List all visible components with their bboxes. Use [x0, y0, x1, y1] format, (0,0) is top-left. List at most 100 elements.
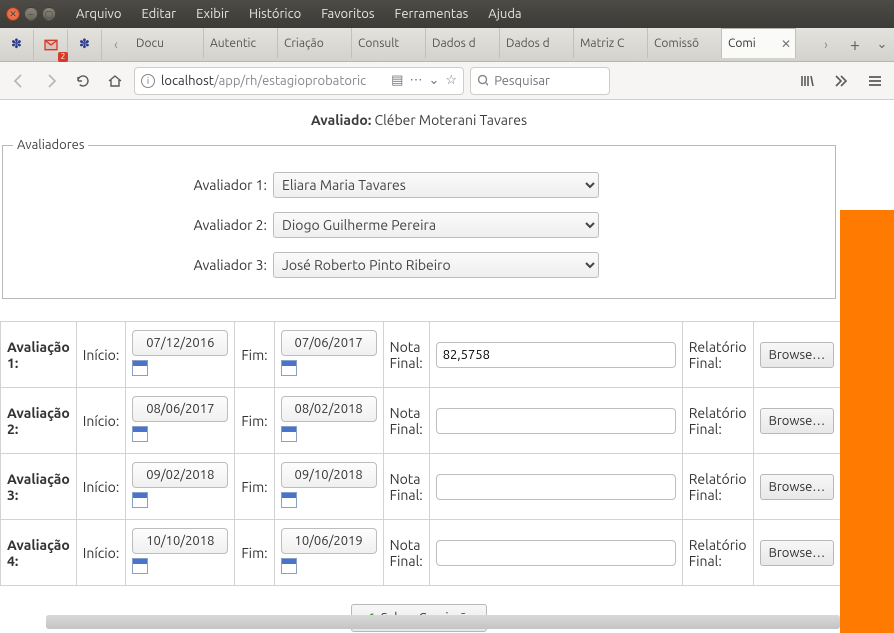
fim-input[interactable]	[281, 330, 377, 356]
avaliacao-title: Avaliação 3:	[1, 454, 77, 520]
right-orange-strip	[840, 210, 894, 633]
search-input[interactable]	[494, 74, 603, 88]
relatorio-label: Relatório Final:	[682, 388, 753, 454]
pinned-tab-3[interactable]: ✽	[68, 30, 102, 60]
nota-final-input[interactable]	[436, 540, 676, 566]
tab-autentic[interactable]: Autentic	[204, 28, 278, 58]
snowflake-icon: ✽	[79, 37, 90, 52]
reload-icon	[75, 73, 91, 89]
menu-favoritos[interactable]: Favoritos	[313, 7, 382, 21]
menu-arquivo[interactable]: Arquivo	[68, 7, 129, 21]
scrollbar-thumb[interactable]	[46, 615, 840, 629]
url-text: localhost/app/rh/estagioprobatoric	[161, 74, 385, 88]
bookmark-star-icon[interactable]: ☆	[445, 73, 457, 88]
tab-docu[interactable]: Docu	[130, 28, 204, 58]
nota-label: Nota Final:	[383, 520, 429, 586]
window-maximize-button[interactable]: ▢	[42, 7, 56, 21]
calendar-icon[interactable]	[281, 492, 297, 508]
window-minimize-button[interactable]: –	[24, 7, 38, 21]
fim-label: Fim:	[235, 520, 274, 586]
tab-comi-active[interactable]: Comi✕	[722, 28, 796, 58]
menu-historico[interactable]: Histórico	[241, 7, 309, 21]
avaliacoes-table: Avaliação 1:Início:Fim:Nota Final:Relató…	[0, 321, 841, 586]
fim-input[interactable]	[281, 528, 377, 554]
fim-input[interactable]	[281, 462, 377, 488]
browse-button[interactable]: Browse…	[760, 342, 835, 368]
nota-final-input[interactable]	[436, 342, 676, 368]
avaliado-value: Cléber Moterani Tavares	[375, 112, 528, 128]
calendar-icon[interactable]	[132, 360, 148, 376]
fim-input[interactable]	[281, 396, 377, 422]
calendar-icon[interactable]	[281, 426, 297, 442]
tab-label: Dados d	[432, 37, 476, 50]
avaliador2-select[interactable]: Diogo Guilherme Pereira	[273, 212, 599, 238]
reader-mode-icon[interactable]: ▤	[391, 73, 403, 88]
tab-criacao[interactable]: Criação	[278, 28, 352, 58]
nota-cell	[429, 454, 682, 520]
tab-consult[interactable]: Consult	[352, 28, 426, 58]
site-info-icon[interactable]: i	[141, 74, 155, 88]
tab-matriz[interactable]: Matriz C	[574, 28, 648, 58]
inicio-input[interactable]	[132, 462, 228, 488]
overflow-button[interactable]	[828, 68, 854, 94]
calendar-icon[interactable]	[132, 558, 148, 574]
fim-cell	[274, 388, 383, 454]
tab-scroll-left[interactable]: ‹	[102, 30, 130, 60]
calendar-icon[interactable]	[281, 558, 297, 574]
inicio-input[interactable]	[132, 330, 228, 356]
fim-label: Fim:	[235, 388, 274, 454]
tab-comissoes[interactable]: Comissõ	[648, 28, 722, 58]
nav-back-button[interactable]	[6, 68, 32, 94]
avaliador3-select[interactable]: José Roberto Pinto Ribeiro	[273, 252, 599, 278]
library-button[interactable]	[794, 68, 820, 94]
pocket-icon[interactable]: ⌄	[428, 73, 439, 88]
page-viewport: Avaliado: Cléber Moterani Tavares Avalia…	[0, 100, 894, 633]
nota-final-input[interactable]	[436, 408, 676, 434]
pinned-tab-1[interactable]: ✽	[0, 30, 34, 60]
new-tab-button[interactable]: +	[840, 35, 870, 55]
calendar-icon[interactable]	[281, 360, 297, 376]
pinned-tab-gmail[interactable]: 2	[34, 30, 68, 60]
browse-button[interactable]: Browse…	[760, 474, 835, 500]
tab-close-icon[interactable]: ✕	[781, 37, 791, 51]
relatorio-label: Relatório Final:	[682, 520, 753, 586]
avaliador1-select[interactable]: Eliara Maria Tavares	[273, 172, 599, 198]
table-row: Avaliação 1:Início:Fim:Nota Final:Relató…	[1, 322, 841, 388]
app-menu-button[interactable]	[862, 68, 888, 94]
menu-editar[interactable]: Editar	[133, 7, 184, 21]
home-button[interactable]	[102, 68, 128, 94]
inicio-input[interactable]	[132, 396, 228, 422]
browse-button[interactable]: Browse…	[760, 540, 835, 566]
home-icon	[107, 73, 123, 89]
tab-label: Dados d	[506, 37, 550, 50]
calendar-icon[interactable]	[132, 492, 148, 508]
calendar-icon[interactable]	[132, 426, 148, 442]
search-bar[interactable]	[470, 67, 610, 95]
menu-ferramentas[interactable]: Ferramentas	[387, 7, 477, 21]
page-actions-icon[interactable]: ⋯	[409, 73, 422, 88]
tab-scroll-right[interactable]: ›	[812, 30, 840, 60]
window-close-button[interactable]: ✕	[6, 7, 20, 21]
avaliado-line: Avaliado: Cléber Moterani Tavares	[0, 112, 838, 128]
nav-forward-button[interactable]	[38, 68, 64, 94]
tab-dados-2[interactable]: Dados d	[500, 28, 574, 58]
browser-tabstrip: ✽ 2 ✽ ‹ Docu Autentic Criação Consult Da…	[0, 28, 894, 62]
url-bar[interactable]: i localhost/app/rh/estagioprobatoric ▤ ⋯…	[134, 67, 464, 95]
nota-final-input[interactable]	[436, 474, 676, 500]
browse-button[interactable]: Browse…	[760, 408, 835, 434]
inicio-input[interactable]	[132, 528, 228, 554]
os-menubar: ✕ – ▢ Arquivo Editar Exibir Histórico Fa…	[0, 0, 894, 28]
library-icon	[799, 73, 815, 89]
avaliador1-label: Avaliador 1:	[13, 177, 273, 193]
tabs-dropdown-button[interactable]: ⌄	[870, 37, 894, 52]
inicio-label: Início:	[76, 520, 126, 586]
menu-ajuda[interactable]: Ajuda	[480, 7, 529, 21]
tab-label: Comissõ	[654, 37, 699, 50]
fim-label: Fim:	[235, 322, 274, 388]
tab-label: Docu	[136, 37, 164, 50]
reload-button[interactable]	[70, 68, 96, 94]
horizontal-scrollbar[interactable]	[46, 615, 840, 629]
tab-dados-1[interactable]: Dados d	[426, 28, 500, 58]
nota-label: Nota Final:	[383, 388, 429, 454]
menu-exibir[interactable]: Exibir	[188, 7, 237, 21]
